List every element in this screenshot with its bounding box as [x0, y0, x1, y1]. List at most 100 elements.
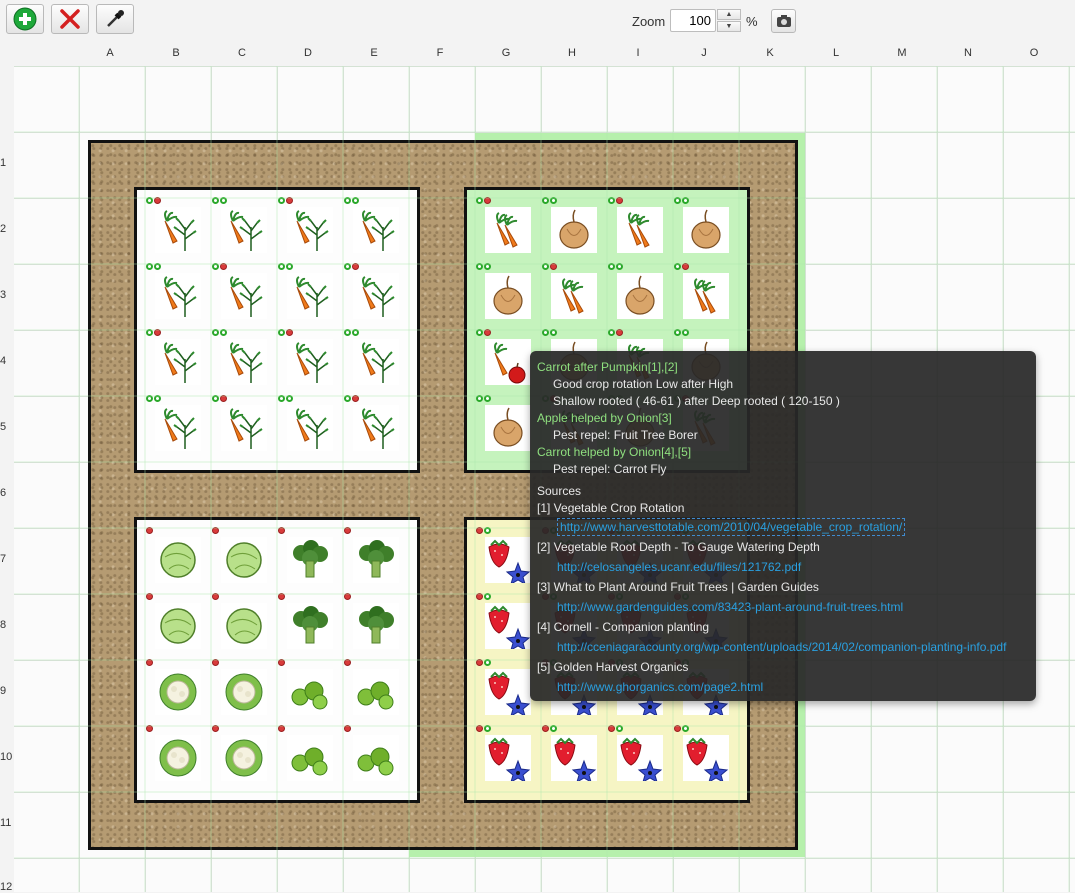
companion-badges — [146, 329, 161, 336]
plant-cell[interactable] — [209, 658, 275, 724]
onion-icon — [617, 273, 663, 319]
bad-companion-badge — [674, 725, 681, 732]
grid-line — [14, 66, 1075, 67]
source-link-text[interactable]: http://www.harvesttotable.com/2010/04/ve… — [557, 518, 906, 536]
plant-cell[interactable] — [341, 196, 407, 262]
plant-cell[interactable] — [341, 262, 407, 328]
good-companion-badge — [674, 197, 681, 204]
eyedropper-icon — [107, 10, 124, 27]
companion-badge — [154, 395, 161, 402]
plant-cell[interactable] — [341, 526, 407, 592]
plant-cell[interactable] — [143, 592, 209, 658]
tooltip-relation-heading: Apple helped by Onion[3] — [537, 411, 672, 425]
plant-cell[interactable] — [143, 262, 209, 328]
plant-cell[interactable] — [539, 196, 605, 262]
plant-cell[interactable] — [209, 328, 275, 394]
plant-cell[interactable] — [341, 724, 407, 790]
eyedropper-button[interactable] — [96, 4, 134, 34]
broccoli-icon — [287, 537, 333, 583]
plant-cell[interactable] — [539, 262, 605, 328]
good-companion-badge — [616, 725, 623, 732]
carrot-dill-icon — [221, 339, 267, 385]
companion-badges — [608, 263, 623, 270]
source-link[interactable]: http://www.harvesttotable.com/2010/04/ve… — [537, 517, 1029, 537]
plant-cell[interactable] — [341, 592, 407, 658]
zoom-increment-button[interactable]: ▲ — [717, 9, 741, 20]
source-link[interactable]: http://www.gardenguides.com/83423-plant-… — [537, 597, 1029, 617]
source-link[interactable]: http://cceniagaracounty.org/wp-content/u… — [537, 637, 1029, 657]
plant-cell[interactable] — [275, 394, 341, 460]
bed-top-left[interactable] — [134, 187, 420, 473]
companion-badges — [476, 197, 491, 204]
carrot-icon — [683, 273, 729, 319]
good-companion-badge — [344, 395, 351, 402]
carrot-icon — [617, 207, 663, 253]
plant-cell[interactable] — [341, 328, 407, 394]
plant-cell[interactable] — [275, 592, 341, 658]
plant-cell[interactable] — [275, 658, 341, 724]
plant-cell[interactable] — [341, 658, 407, 724]
good-companion-badge — [542, 329, 549, 336]
plant-cell[interactable] — [605, 724, 671, 790]
plant-cell[interactable] — [209, 262, 275, 328]
good-companion-badge — [484, 725, 491, 732]
plant-cell[interactable] — [473, 262, 539, 328]
plant-cell[interactable] — [143, 724, 209, 790]
plant-cell[interactable] — [275, 724, 341, 790]
carrot-dill-icon — [353, 339, 399, 385]
plant-cell[interactable] — [539, 724, 605, 790]
companion-badge — [220, 329, 227, 336]
plant-cell[interactable] — [143, 196, 209, 262]
plant-cell[interactable] — [209, 592, 275, 658]
add-button[interactable] — [6, 4, 44, 34]
plant-cell[interactable] — [605, 262, 671, 328]
plant-cell[interactable] — [143, 328, 209, 394]
good-companion-badge — [212, 329, 219, 336]
bad-companion-badge — [476, 593, 483, 600]
plant-cell[interactable] — [473, 724, 539, 790]
plant-cell[interactable] — [275, 328, 341, 394]
companion-badge — [484, 329, 491, 336]
carrot-dill-icon — [287, 339, 333, 385]
zoom-unit: % — [746, 14, 758, 29]
plant-cell[interactable] — [671, 724, 737, 790]
companion-badge — [682, 197, 689, 204]
cauliflower-icon — [155, 735, 201, 781]
companion-badges — [344, 527, 351, 534]
companion-badges — [146, 659, 153, 666]
zoom-input[interactable] — [670, 9, 716, 32]
plant-cell[interactable] — [605, 196, 671, 262]
plant-cell[interactable] — [275, 262, 341, 328]
plant-cell[interactable] — [143, 394, 209, 460]
companion-badge — [550, 197, 557, 204]
source-link[interactable]: http://www.ghorganics.com/page2.html — [537, 677, 1029, 697]
good-companion-badge — [476, 263, 483, 270]
plant-cell[interactable] — [209, 196, 275, 262]
companion-badges — [278, 527, 285, 534]
plant-cell[interactable] — [209, 394, 275, 460]
plant-cell[interactable] — [275, 196, 341, 262]
delete-button[interactable] — [51, 4, 89, 34]
companion-badge — [220, 395, 227, 402]
plant-cell[interactable] — [671, 196, 737, 262]
zoom-decrement-button[interactable]: ▼ — [717, 21, 741, 32]
bed-bottom-left[interactable] — [134, 517, 420, 803]
plant-cell[interactable] — [341, 394, 407, 460]
plant-cell[interactable] — [209, 724, 275, 790]
plant-cell[interactable] — [143, 526, 209, 592]
snapshot-button[interactable] — [771, 9, 796, 33]
column-header: I — [636, 47, 640, 59]
plant-cell[interactable] — [209, 526, 275, 592]
plant-cell[interactable] — [275, 526, 341, 592]
companion-badges — [608, 197, 623, 204]
column-header: M — [897, 47, 907, 59]
plant-cell[interactable] — [143, 658, 209, 724]
row-header: 2 — [0, 223, 7, 235]
onion-icon — [485, 405, 531, 451]
source-link[interactable]: http://celosangeles.ucanr.edu/files/1217… — [537, 557, 1029, 577]
cauliflower-icon — [221, 669, 267, 715]
companion-badges — [212, 593, 219, 600]
plant-cell[interactable] — [671, 262, 737, 328]
onion-icon — [551, 207, 597, 253]
plant-cell[interactable] — [473, 196, 539, 262]
